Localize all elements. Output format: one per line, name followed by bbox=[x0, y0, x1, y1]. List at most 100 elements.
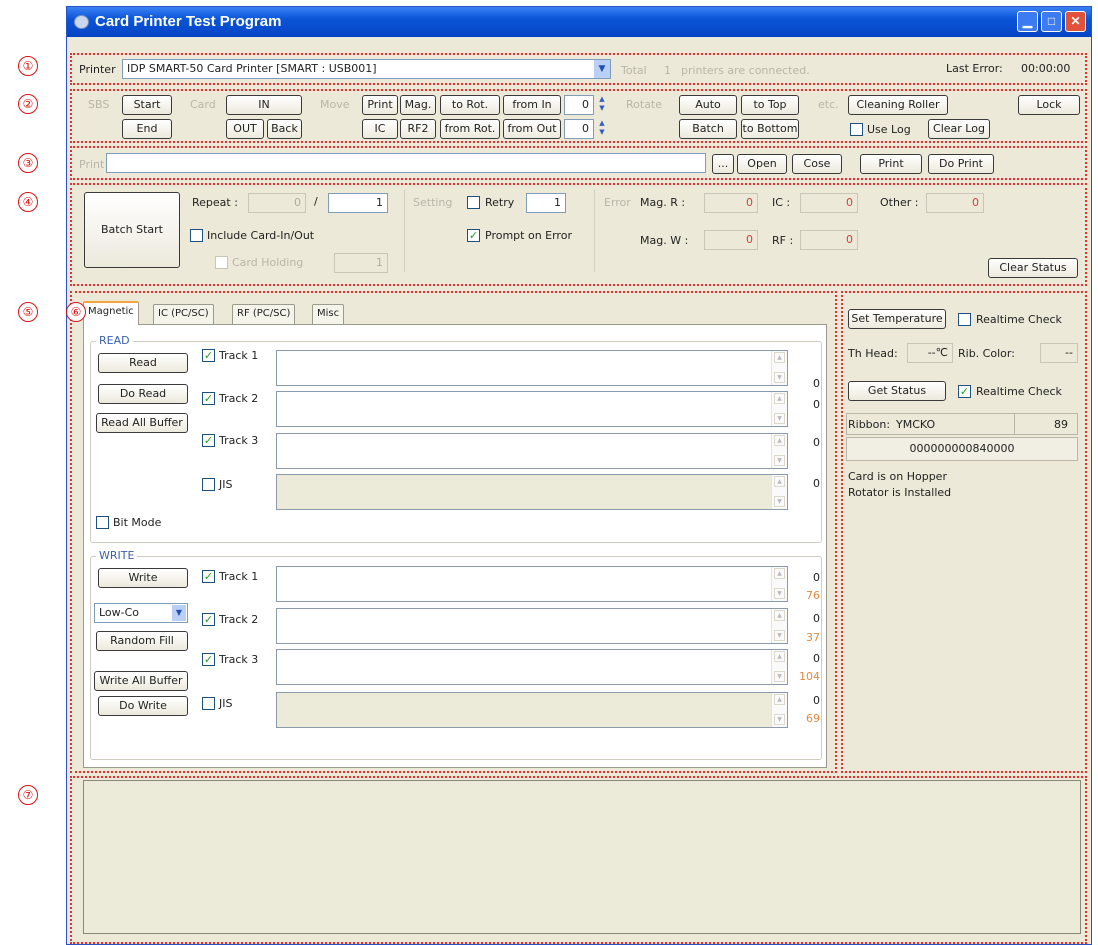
retry-checkbox[interactable] bbox=[467, 196, 480, 209]
print-file-input[interactable] bbox=[106, 153, 706, 173]
clear-status-button[interactable]: Clear Status bbox=[988, 258, 1078, 278]
scrollbar[interactable]: ▲ ▼ bbox=[771, 392, 787, 426]
tab-ic[interactable]: IC (PC/SC) bbox=[153, 304, 214, 324]
scrollbar[interactable]: ▲ ▼ bbox=[771, 567, 787, 601]
chevron-down-icon[interactable]: ▼ bbox=[172, 605, 186, 621]
maximize-button[interactable]: □ bbox=[1041, 11, 1062, 32]
tab-magnetic[interactable]: Magnetic bbox=[83, 301, 139, 325]
random-fill-button[interactable]: Random Fill bbox=[96, 631, 188, 651]
card-in-button[interactable]: IN bbox=[226, 95, 302, 115]
scrollbar[interactable]: ▲ ▼ bbox=[771, 434, 787, 468]
tab-misc[interactable]: Misc bbox=[312, 304, 345, 324]
open-button[interactable]: Open bbox=[737, 154, 787, 174]
prompt-on-error-checkbox[interactable]: ✓ bbox=[467, 229, 480, 242]
close-button[interactable]: ✕ bbox=[1065, 11, 1086, 32]
write-track3-checkbox[interactable]: ✓ bbox=[202, 653, 215, 666]
spin2-input[interactable]: 0 bbox=[564, 119, 594, 139]
read-jis-textarea[interactable]: ▲ ▼ bbox=[276, 474, 788, 510]
write-jis-textarea[interactable]: ▲ ▼ bbox=[276, 692, 788, 728]
write-track3-textarea[interactable]: ▲ ▼ bbox=[276, 649, 788, 685]
do-write-button[interactable]: Do Write bbox=[98, 696, 188, 716]
scrollbar[interactable]: ▲ ▼ bbox=[771, 351, 787, 385]
read-track3-checkbox[interactable]: ✓ bbox=[202, 434, 215, 447]
scrollbar[interactable]: ▲ ▼ bbox=[771, 609, 787, 643]
rib-color-label: Rib. Color: bbox=[958, 347, 1015, 360]
write-track1-checkbox[interactable]: ✓ bbox=[202, 570, 215, 583]
last-error-value: 00:00:00 bbox=[1021, 62, 1071, 75]
read-jis-checkbox[interactable] bbox=[202, 478, 215, 491]
log-textarea[interactable] bbox=[83, 780, 1081, 934]
from-in-button[interactable]: from In bbox=[503, 95, 561, 115]
retry-input[interactable]: 1 bbox=[526, 193, 566, 213]
write-track2-textarea[interactable]: ▲ ▼ bbox=[276, 608, 788, 644]
set-temperature-button[interactable]: Set Temperature bbox=[848, 309, 946, 329]
write-track1-textarea[interactable]: ▲ ▼ bbox=[276, 566, 788, 602]
realtime-check-status-checkbox[interactable]: ✓ bbox=[958, 385, 971, 398]
read-track3-textarea[interactable]: ▲ ▼ bbox=[276, 433, 788, 469]
divider bbox=[1014, 413, 1015, 435]
repeat-total-input[interactable]: 1 bbox=[328, 193, 388, 213]
read-track1-count: 0 bbox=[813, 377, 820, 390]
close-file-button[interactable]: Cose bbox=[792, 154, 842, 174]
cleaning-roller-button[interactable]: Cleaning Roller bbox=[848, 95, 948, 115]
batch-start-button[interactable]: Batch Start bbox=[84, 192, 180, 268]
minimize-button[interactable]: ▁ bbox=[1017, 11, 1038, 32]
realtime-check-temp-checkbox[interactable] bbox=[958, 313, 971, 326]
do-print-button[interactable]: Do Print bbox=[928, 154, 994, 174]
move-print-button[interactable]: Print bbox=[362, 95, 398, 115]
spin1-arrows-icon[interactable]: ▲ ▼ bbox=[596, 95, 608, 115]
move-ic-button[interactable]: IC bbox=[362, 119, 398, 139]
to-rot-button[interactable]: to Rot. bbox=[440, 95, 500, 115]
move-rf2-button[interactable]: RF2 bbox=[400, 119, 436, 139]
printer-select-value: IDP SMART-50 Card Printer [SMART : USB00… bbox=[127, 62, 377, 75]
other-error-field: 0 bbox=[926, 193, 984, 213]
write-all-buffer-button[interactable]: Write All Buffer bbox=[94, 671, 188, 691]
mag-w-label: Mag. W : bbox=[640, 234, 689, 247]
card-back-button[interactable]: Back bbox=[267, 119, 302, 139]
mag-r-label: Mag. R : bbox=[640, 196, 686, 209]
spin2-arrows-icon[interactable]: ▲ ▼ bbox=[596, 119, 608, 139]
tab-rf[interactable]: RF (PC/SC) bbox=[232, 304, 296, 324]
use-log-checkbox[interactable] bbox=[850, 123, 863, 136]
clear-log-button[interactable]: Clear Log bbox=[928, 119, 990, 139]
scrollbar[interactable]: ▲ ▼ bbox=[771, 475, 787, 509]
from-rot-button[interactable]: from Rot. bbox=[440, 119, 500, 139]
read-track1-textarea[interactable]: ▲ ▼ bbox=[276, 350, 788, 386]
read-all-buffer-button[interactable]: Read All Buffer bbox=[96, 413, 188, 433]
error-label: Error bbox=[604, 196, 631, 209]
lock-button[interactable]: Lock bbox=[1018, 95, 1080, 115]
write-track2-checkbox[interactable]: ✓ bbox=[202, 613, 215, 626]
move-mag-button[interactable]: Mag. bbox=[400, 95, 436, 115]
include-card-checkbox[interactable] bbox=[190, 229, 203, 242]
start-button[interactable]: Start bbox=[122, 95, 172, 115]
write-button[interactable]: Write bbox=[98, 568, 188, 588]
etc-label: etc. bbox=[818, 98, 839, 111]
write-track2-count: 0 bbox=[813, 612, 820, 625]
scrollbar[interactable]: ▲ ▼ bbox=[771, 650, 787, 684]
spin1-input[interactable]: 0 bbox=[564, 95, 594, 115]
read-track1-checkbox[interactable]: ✓ bbox=[202, 349, 215, 362]
rotate-to-bottom-button[interactable]: to Bottom bbox=[741, 119, 799, 139]
scrollbar[interactable]: ▲ ▼ bbox=[771, 693, 787, 727]
from-out-button[interactable]: from Out bbox=[503, 119, 561, 139]
chevron-down-icon[interactable]: ▼ bbox=[594, 60, 610, 78]
other-error-label: Other : bbox=[880, 196, 919, 209]
mag-w-field: 0 bbox=[704, 230, 758, 250]
rf-error-field: 0 bbox=[800, 230, 858, 250]
print-button[interactable]: Print bbox=[860, 154, 922, 174]
browse-button[interactable]: ... bbox=[712, 154, 734, 174]
write-jis-checkbox[interactable] bbox=[202, 697, 215, 710]
read-button[interactable]: Read bbox=[98, 353, 188, 373]
end-button[interactable]: End bbox=[122, 119, 172, 139]
mag-r-field: 0 bbox=[704, 193, 758, 213]
rotate-auto-button[interactable]: Auto bbox=[679, 95, 737, 115]
printer-select[interactable]: IDP SMART-50 Card Printer [SMART : USB00… bbox=[122, 59, 611, 79]
read-track2-checkbox[interactable]: ✓ bbox=[202, 392, 215, 405]
card-out-button[interactable]: OUT bbox=[226, 119, 264, 139]
bit-mode-checkbox[interactable] bbox=[96, 516, 109, 529]
rotate-to-top-button[interactable]: to Top bbox=[741, 95, 799, 115]
get-status-button[interactable]: Get Status bbox=[848, 381, 946, 401]
read-track2-textarea[interactable]: ▲ ▼ bbox=[276, 391, 788, 427]
rotate-batch-button[interactable]: Batch bbox=[679, 119, 737, 139]
do-read-button[interactable]: Do Read bbox=[98, 384, 188, 404]
